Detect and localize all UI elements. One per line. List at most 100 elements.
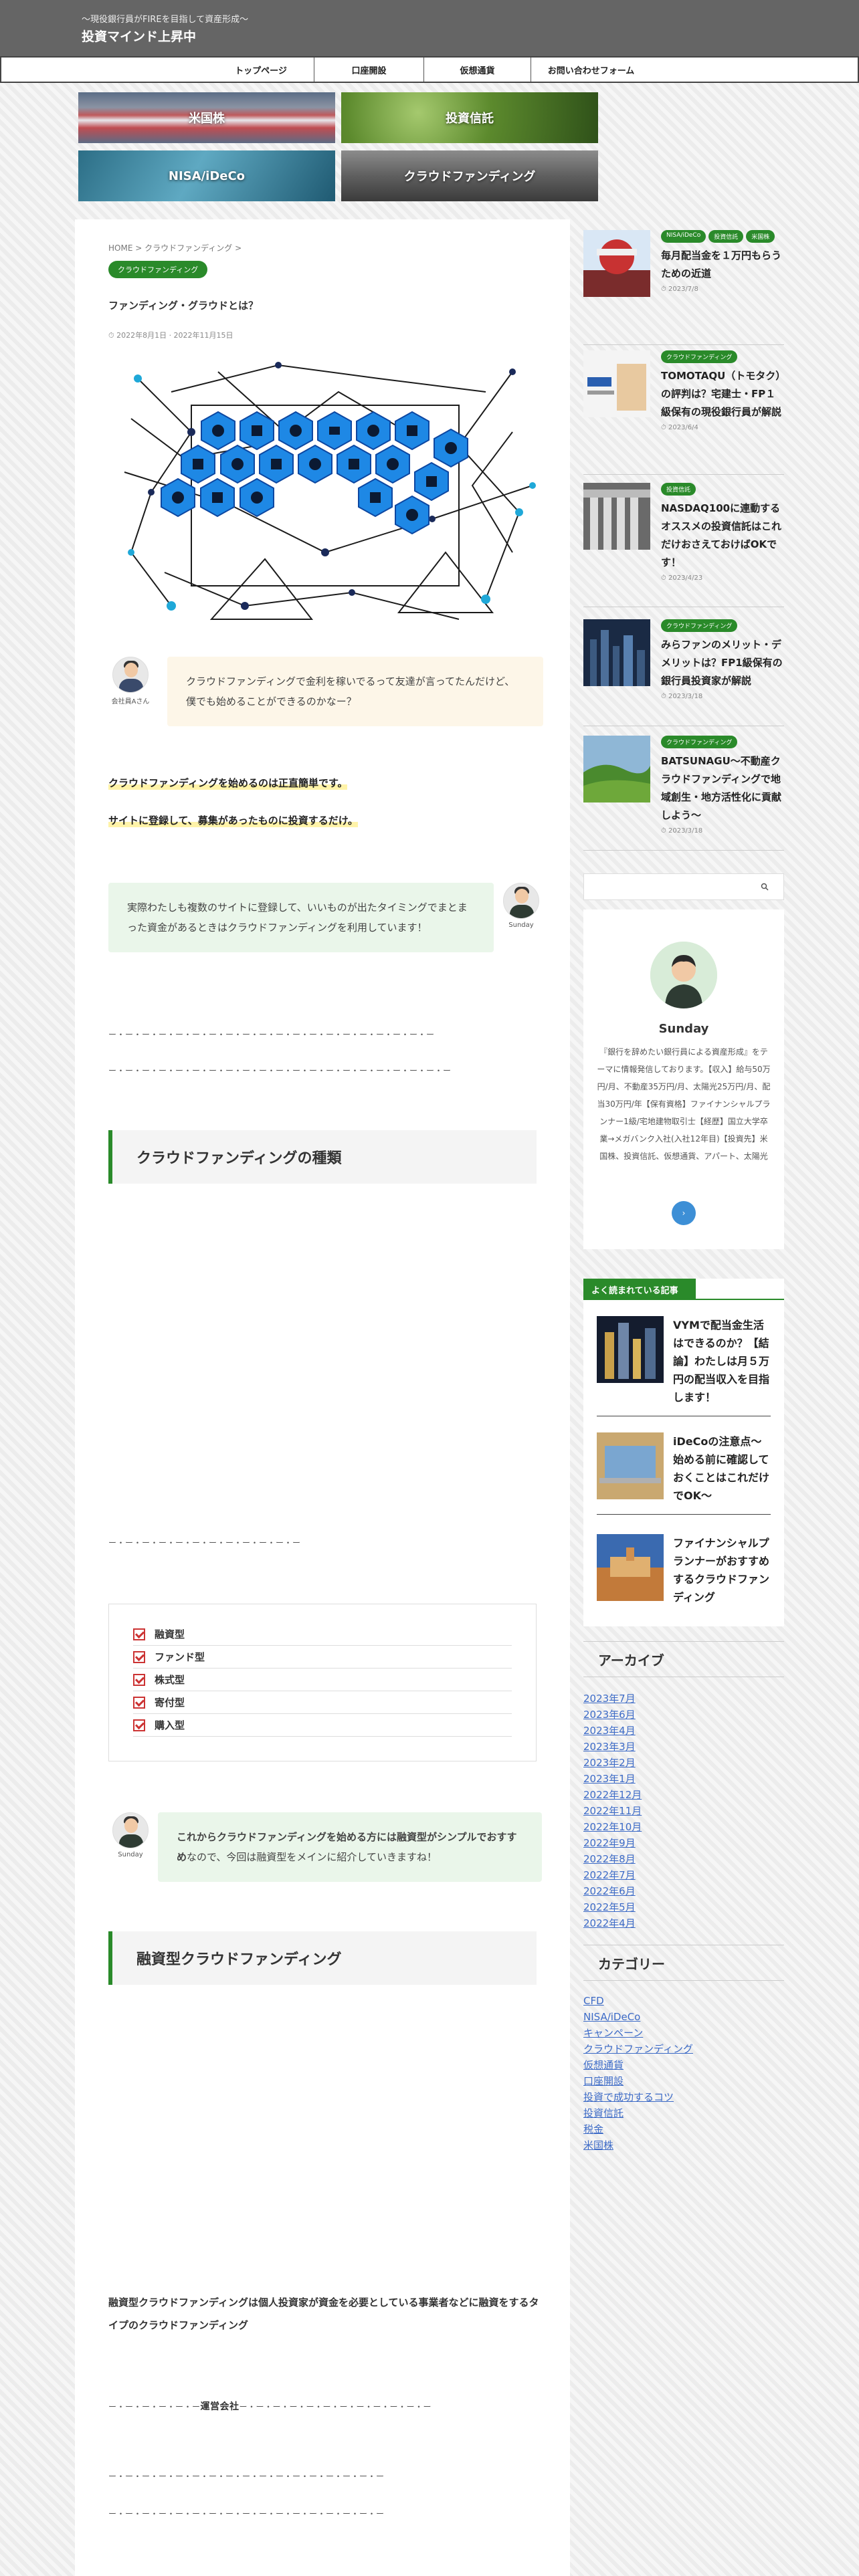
popular-heading-divider [583, 1299, 784, 1300]
recent-post-thumbnail [583, 736, 650, 802]
recent-post-title[interactable]: NASDAQ100に連動するオススメの投資信託はこれだけおさえておけばOKです！ [661, 500, 784, 572]
archive-link[interactable]: 2023年1月 [583, 1771, 784, 1787]
list-item: 寄付型 [133, 1691, 512, 1714]
recent-post-title[interactable]: BATSUNAGU〜不動産クラウドファンディングで地域創生・地方活性化に貢献しよ… [661, 752, 784, 825]
category-link[interactable]: CFD [583, 1993, 784, 2009]
site-title[interactable]: 投資マインド上昇中 [82, 27, 196, 45]
speech-question: 会社員Aさん クラウドファンディングで金利を稼いでるって友達が言ってたんだけど、… [108, 657, 543, 726]
site-tagline: 〜現役銀行員がFIREを目指して資産形成〜 [82, 15, 249, 25]
category-heading: カテゴリー [583, 1945, 784, 1981]
recent-post[interactable]: 投資信託 NASDAQ100に連動するオススメの投資信託はこれだけおさえておけば… [583, 483, 784, 607]
avatar-office-worker: 会社員Aさん [108, 657, 153, 706]
search-input[interactable] [583, 873, 784, 900]
paragraph-text: ー・ー・ー・ー・ー・ー [108, 2402, 201, 2411]
recent-post[interactable]: クラウドファンディング みらファンのメリット・デメリットは？FP1級保有の銀行員… [583, 619, 784, 726]
popular-post-title[interactable]: iDeCoの注意点〜始める前に確認しておくことはこれだけでOK〜 [673, 1432, 771, 1505]
highlight-easy-start: クラウドファンディングを始めるのは正直簡単です。 [108, 776, 348, 790]
category-link[interactable]: 口座開設 [583, 2073, 784, 2089]
nav-item-account[interactable]: 口座開設 [314, 58, 423, 82]
avatar-label: 会社員Aさん [111, 698, 150, 706]
archive-link[interactable]: 2022年4月 [583, 1915, 784, 1931]
recent-post-badge[interactable]: クラウドファンディング [661, 619, 738, 632]
recent-post-badge[interactable]: クラウドファンディング [661, 350, 738, 363]
profile-card: Sunday 『銀行を辞めたい銀行員による資産形成』をテーマに情報発信しておりま… [583, 909, 784, 1249]
recent-post-badge[interactable]: NISA/iDeCo [661, 230, 706, 243]
search-icon[interactable] [761, 883, 769, 891]
profile-more-button[interactable]: › [672, 1201, 696, 1225]
popular-post[interactable]: iDeCoの注意点〜始める前に確認しておくことはこれだけでOK〜 [597, 1432, 771, 1515]
category-list: CFD NISA/iDeCo キャンペーン クラウドファンディング 仮想通貨 口… [583, 1993, 784, 2153]
archive-heading: アーカイブ [583, 1641, 784, 1677]
paragraph-small-2: ー・ー・ー・ー・ー・ー・ー・ー・ー・ー・ー・ー・ー・ー・ー・ー・ー・ー・ー・ー・… [108, 1066, 452, 1075]
profile-name: Sunday [658, 1022, 709, 1036]
category-link[interactable]: キャンペーン [583, 2025, 784, 2041]
list-item: 株式型 [133, 1669, 512, 1691]
archive-link[interactable]: 2022年9月 [583, 1835, 784, 1851]
popular-post-thumbnail [597, 1534, 664, 1601]
list-item: ファンド型 [133, 1646, 512, 1669]
category-link[interactable]: 米国株 [583, 2137, 784, 2153]
category-link[interactable]: 仮想通貨 [583, 2057, 784, 2073]
recent-post-title[interactable]: TOMOTAQU（トモタク）の評判は？宅建士・FP１級保有の現役銀行員が解説 [661, 367, 784, 421]
popular-post-title[interactable]: ファイナンシャルプランナーがおすすめするクラウドファンディング [673, 1534, 771, 1606]
popular-post-thumbnail [597, 1432, 664, 1499]
avatar-image [112, 657, 149, 693]
popular-post-title[interactable]: VYMで配当金生活はできるのか？【結論】わたしは月５万円の配当収入を目指します！ [673, 1316, 771, 1406]
nav-item-crypto[interactable]: 仮想通貨 [423, 58, 531, 82]
archive-link[interactable]: 2022年8月 [583, 1851, 784, 1867]
popular-post[interactable]: ファイナンシャルプランナーがおすすめするクラウドファンディング [597, 1534, 771, 1616]
recent-post-badge[interactable]: 米国株 [746, 230, 775, 243]
nav-item-contact[interactable]: お問い合わせフォーム [531, 58, 651, 82]
article-main: HOME > クラウドファンディング > クラウドファンディング ファンディング… [75, 219, 570, 2576]
speech-answer-2: Sunday これからクラウドファンディングを始める方には融資型がシンプルでおす… [108, 1812, 542, 1882]
recent-post-date: ⏱ 2023/6/4 [661, 424, 698, 431]
category-tile-funds[interactable]: 投資信託 [341, 92, 598, 143]
bubble-text: なので、今回は融資型をメインに紹介していきますね！ [187, 1851, 437, 1863]
archive-link[interactable]: 2023年6月 [583, 1707, 784, 1723]
archive-link[interactable]: 2023年2月 [583, 1755, 784, 1771]
archive-link[interactable]: 2022年11月 [583, 1803, 784, 1819]
archive-link[interactable]: 2022年7月 [583, 1867, 784, 1883]
category-link[interactable]: 投資信託 [583, 2105, 784, 2121]
archive-link[interactable]: 2023年3月 [583, 1739, 784, 1755]
article-category-badge[interactable]: クラウドファンディング [108, 261, 208, 278]
recent-post[interactable]: クラウドファンディング TOMOTAQU（トモタク）の評判は？宅建士・FP１級保… [583, 350, 784, 475]
recent-post-badge[interactable]: 投資信託 [661, 483, 696, 496]
recent-post-date: ⏱ 2023/3/18 [661, 693, 703, 700]
recent-post-badge[interactable]: クラウドファンディング [661, 736, 738, 748]
category-link[interactable]: NISA/iDeCo [583, 2009, 784, 2025]
recent-post-date: ⏱ 2023/4/23 [661, 574, 703, 582]
category-link[interactable]: クラウドファンディング [583, 2041, 784, 2057]
recent-post-date-text: 2023/3/18 [668, 827, 703, 835]
category-tile-nisa[interactable]: NISA/iDeCo [78, 150, 335, 201]
section-heading-loan-type: 融資型クラウドファンディング [108, 1931, 537, 1985]
paragraph-text: ー・ー・ー・ー・ー・ー・ー・ー・ー・ー・ー・ー [239, 2402, 432, 2411]
breadcrumb[interactable]: HOME > クラウドファンディング > [108, 242, 242, 253]
archive-link[interactable]: 2022年10月 [583, 1819, 784, 1835]
archive-link[interactable]: 2022年12月 [583, 1787, 784, 1803]
recent-post[interactable]: クラウドファンディング BATSUNAGU〜不動産クラウドファンディングで地域創… [583, 736, 784, 851]
nav-item-top[interactable]: トップページ [208, 58, 314, 82]
archive-link[interactable]: 2022年6月 [583, 1883, 784, 1899]
profile-avatar [650, 942, 717, 1008]
popular-post[interactable]: VYMで配当金生活はできるのか？【結論】わたしは月５万円の配当収入を目指します！ [597, 1316, 771, 1416]
profile-description: 『銀行を辞めたい銀行員による資産形成』をテーマに情報発信しております。【収入】給… [597, 1047, 771, 1161]
recent-post-date-text: 2023/3/18 [668, 693, 703, 700]
archive-link[interactable]: 2022年5月 [583, 1899, 784, 1915]
category-tile-us-stocks[interactable]: 米国株 [78, 92, 335, 143]
check-icon [133, 1628, 145, 1640]
paragraph-loan-type: 融資型クラウドファンディングは個人投資家が資金を必要としている事業者などに融資を… [108, 2296, 539, 2331]
category-link[interactable]: 税金 [583, 2121, 784, 2137]
recent-post-title[interactable]: 毎月配当金を１万円もらうための近道 [661, 247, 784, 283]
archive-link[interactable]: 2023年4月 [583, 1723, 784, 1739]
avatar-label: Sunday [508, 922, 534, 929]
archive-link[interactable]: 2023年7月 [583, 1691, 784, 1707]
check-icon [133, 1650, 145, 1663]
category-link[interactable]: 投資で成功するコツ [583, 2089, 784, 2105]
recent-post[interactable]: NISA/iDeCo 投資信託 米国株 毎月配当金を１万円もらうための近道 ⏱ 20… [583, 230, 784, 345]
global-nav: トップページ 口座開設 仮想通貨 お問い合わせフォーム [0, 56, 859, 83]
category-tile-crowdfunding[interactable]: クラウドファンディング [341, 150, 598, 201]
recent-post-badge[interactable]: 投資信託 [708, 230, 744, 243]
check-icon [133, 1719, 145, 1731]
recent-post-title[interactable]: みらファンのメリット・デメリットは？FP1級保有の銀行員投資家が解説 [661, 636, 784, 690]
